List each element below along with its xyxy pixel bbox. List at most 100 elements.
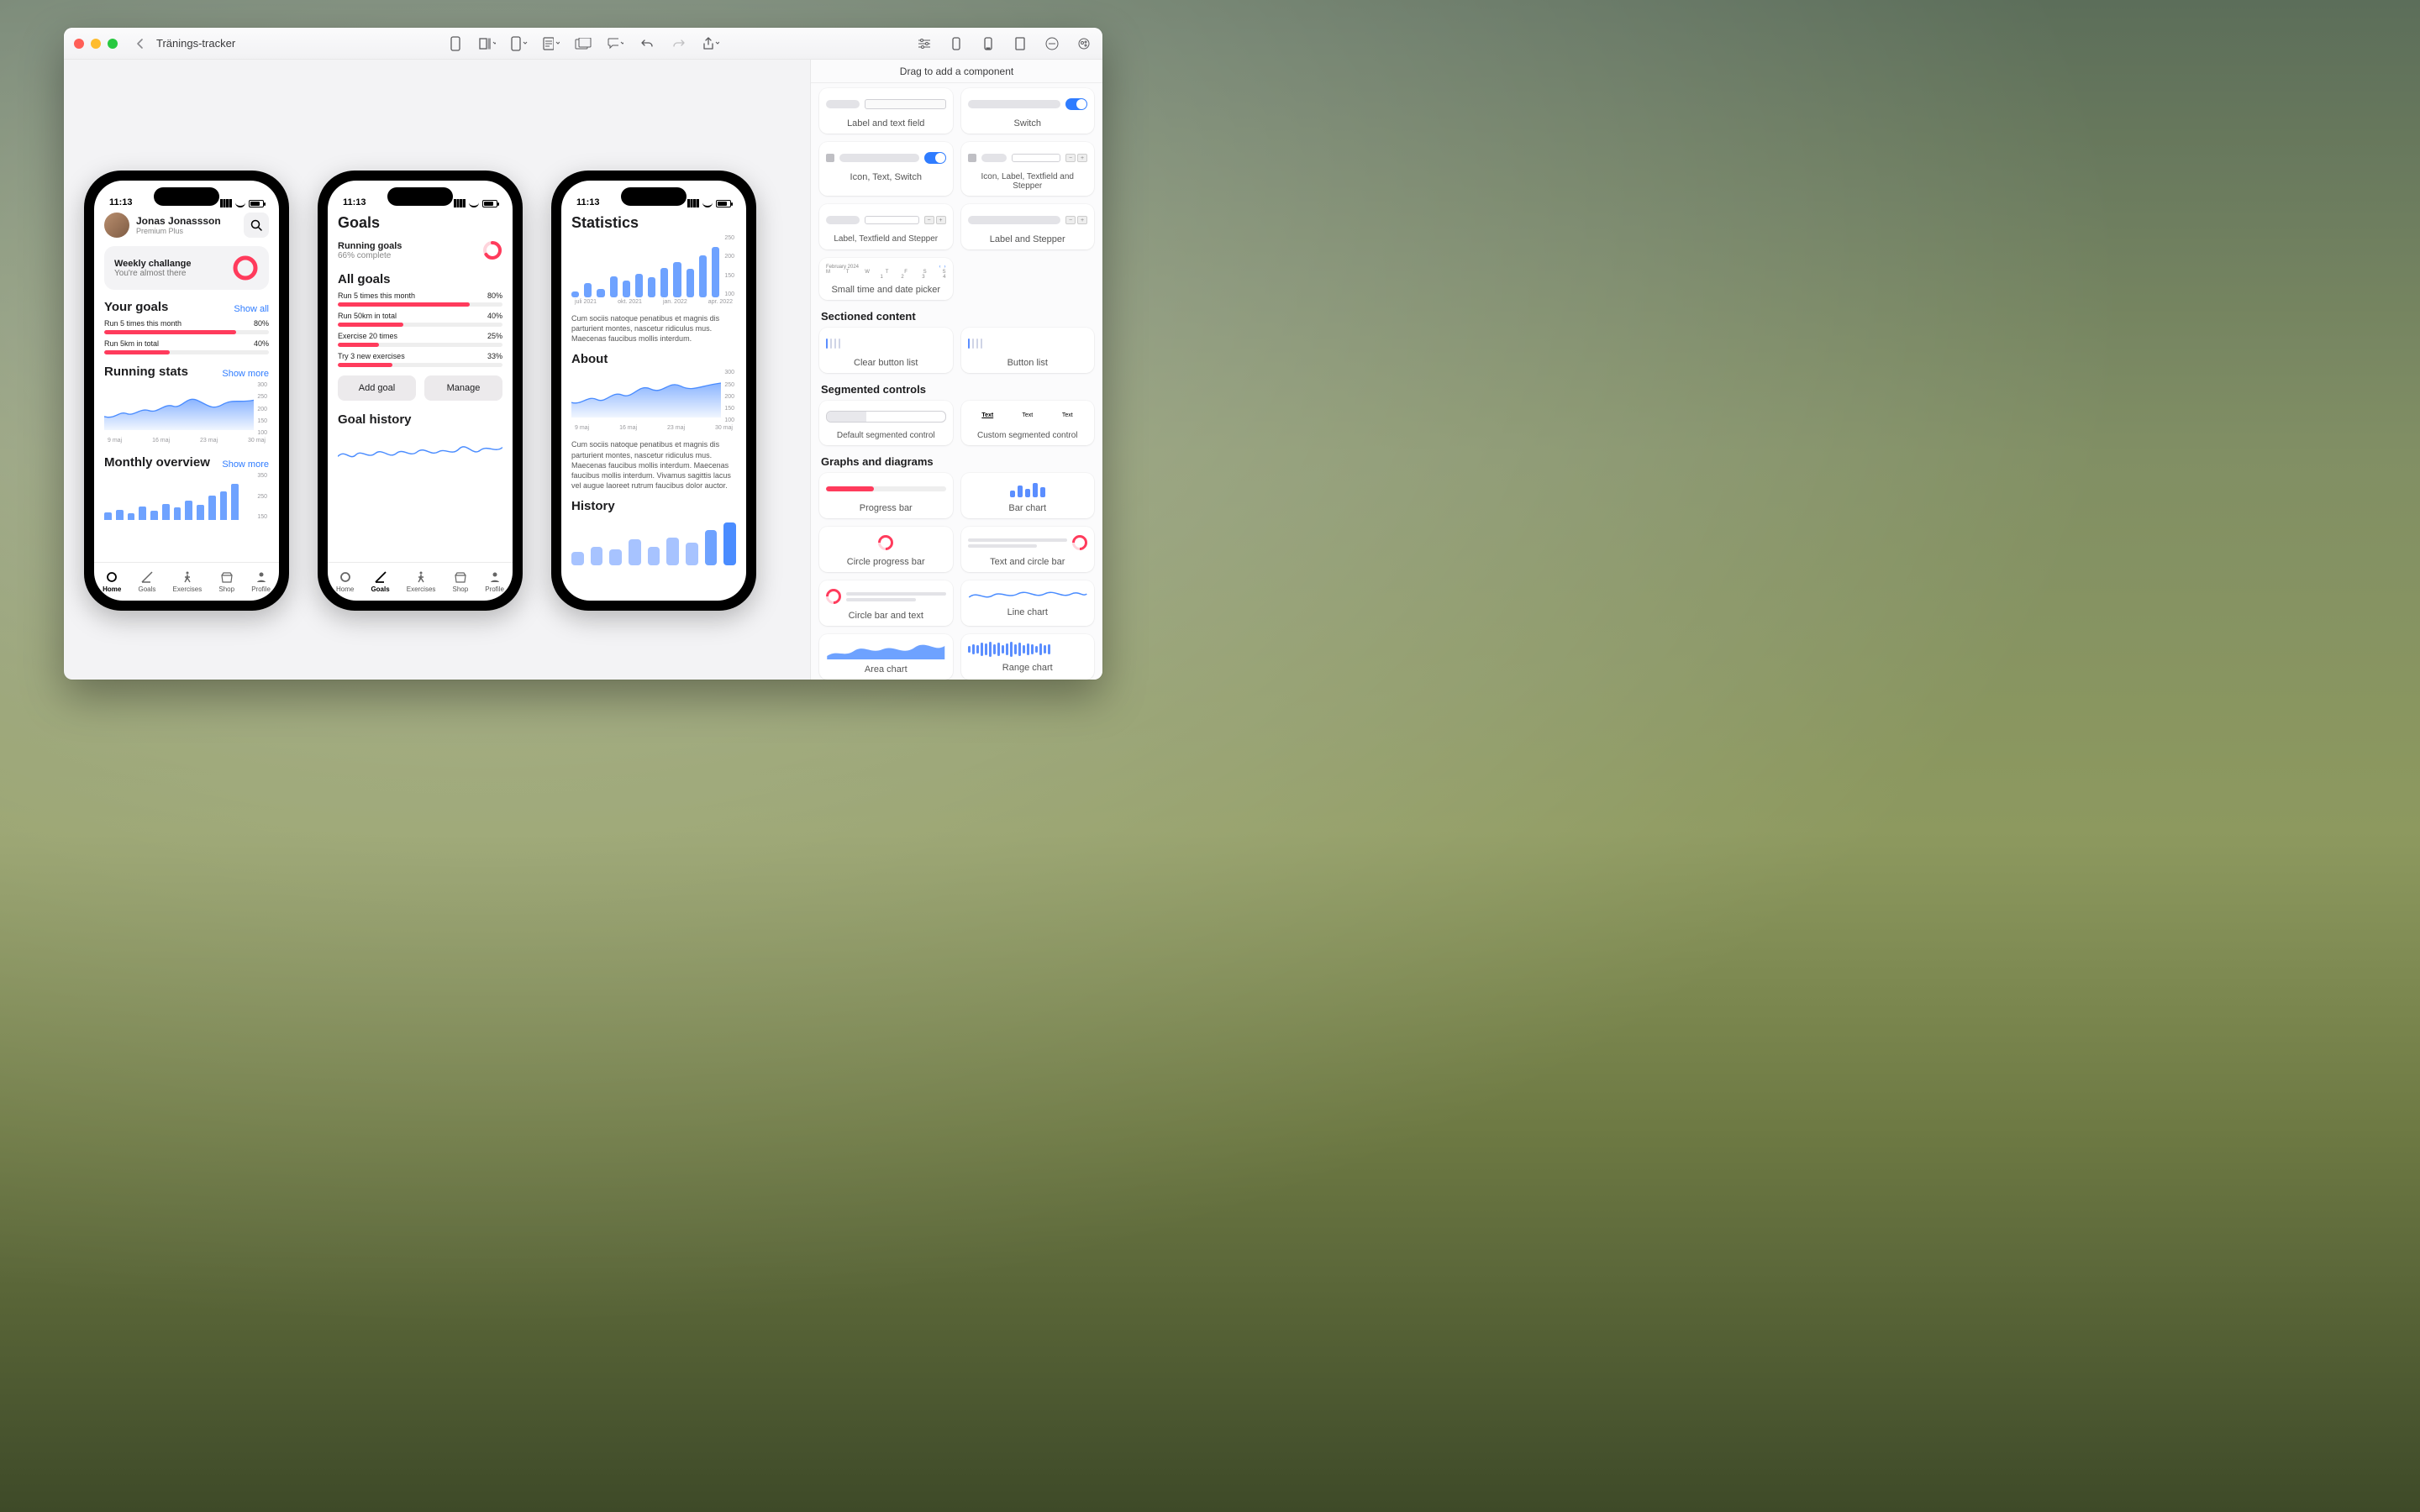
component-circle-progress[interactable]: Circle progress bar bbox=[819, 527, 953, 572]
device-single-icon[interactable] bbox=[447, 35, 464, 52]
phone-mockup-home[interactable]: 11:13 Jonas Jonassson Premium Plus bbox=[84, 171, 289, 611]
document-title: Tränings-tracker bbox=[156, 37, 235, 50]
theme-icon[interactable] bbox=[1076, 35, 1092, 52]
search-button[interactable] bbox=[244, 213, 269, 238]
component-range-chart[interactable]: Range chart bbox=[961, 634, 1095, 680]
component-label-textfield[interactable]: Label and text field bbox=[819, 88, 953, 134]
component-area-chart[interactable]: Area chart bbox=[819, 634, 953, 680]
tab-home[interactable]: Home bbox=[103, 570, 121, 593]
close-button[interactable] bbox=[74, 39, 84, 49]
tab-home[interactable]: Home bbox=[336, 570, 354, 593]
tab-profile[interactable]: Profile bbox=[251, 570, 271, 593]
settings-sliders-icon[interactable] bbox=[916, 35, 933, 52]
ring-icon bbox=[823, 585, 844, 606]
comments-icon[interactable] bbox=[607, 35, 623, 52]
collapse-icon[interactable] bbox=[1044, 35, 1060, 52]
tab-exercises[interactable]: Exercises bbox=[173, 570, 203, 593]
component-small-datepicker[interactable]: February 2024‹› MTWTFSS 1234 Small time … bbox=[819, 258, 953, 300]
goal-row[interactable]: Run 50km in total40% bbox=[338, 312, 502, 327]
all-goals-title: All goals bbox=[338, 272, 391, 286]
ipad-icon[interactable] bbox=[1012, 35, 1028, 52]
tab-shop[interactable]: Shop bbox=[218, 570, 234, 593]
goal-label: Run 5 times this month bbox=[104, 319, 182, 328]
battery-icon bbox=[716, 200, 731, 207]
back-button[interactable] bbox=[131, 34, 150, 53]
battery-icon bbox=[249, 200, 264, 207]
user-name: Jonas Jonassson bbox=[136, 215, 221, 227]
toolbar-center bbox=[447, 35, 719, 52]
monthly-chart: 350250150 bbox=[104, 473, 269, 520]
exercises-icon bbox=[181, 570, 194, 584]
goal-row[interactable]: Run 5km in total40% bbox=[104, 339, 269, 354]
undo-icon[interactable] bbox=[639, 35, 655, 52]
component-bar-chart[interactable]: Bar chart bbox=[961, 473, 1095, 518]
running-goals-sub: 66% complete bbox=[338, 251, 402, 260]
component-switch[interactable]: Switch bbox=[961, 88, 1095, 134]
home-icon bbox=[105, 570, 118, 584]
manage-button[interactable]: Manage bbox=[424, 375, 502, 401]
component-progress-bar[interactable]: Progress bar bbox=[819, 473, 953, 518]
iphone-icon[interactable] bbox=[948, 35, 965, 52]
app-window: Tränings-tracker bbox=[64, 28, 1102, 680]
layout-columns-icon[interactable] bbox=[479, 35, 496, 52]
share-icon[interactable] bbox=[702, 35, 719, 52]
challenge-title: Weekly challange bbox=[114, 259, 192, 269]
component-label-stepper[interactable]: −+ Label and Stepper bbox=[961, 204, 1095, 249]
design-canvas[interactable]: 11:13 Jonas Jonassson Premium Plus bbox=[64, 60, 810, 680]
redo-icon[interactable] bbox=[671, 35, 687, 52]
tab-goals[interactable]: Goals bbox=[138, 570, 155, 593]
component-text-circle[interactable]: Text and circle bar bbox=[961, 527, 1095, 572]
profile-icon bbox=[488, 570, 502, 584]
signal-icon bbox=[454, 199, 466, 207]
monthly-title: Monthly overview bbox=[104, 455, 210, 470]
tab-goals[interactable]: Goals bbox=[371, 570, 389, 593]
component-clear-button-list[interactable]: Clear button list bbox=[819, 328, 953, 373]
component-circle-text[interactable]: Circle bar and text bbox=[819, 580, 953, 626]
stats-paragraph: Cum sociis natoque penatibus et magnis d… bbox=[571, 313, 736, 344]
about-area-chart: 300250200150100 bbox=[571, 370, 736, 423]
component-icon-text-switch[interactable]: Icon, Text, Switch bbox=[819, 142, 953, 196]
toolbar-right bbox=[916, 35, 1092, 52]
section-sectioned-content: Sectioned content bbox=[821, 310, 1092, 323]
show-more-link[interactable]: Show more bbox=[222, 369, 269, 379]
component-button-list[interactable]: Button list bbox=[961, 328, 1095, 373]
phone-mockup-goals[interactable]: 11:13 Goals Running goals 66% complete bbox=[318, 171, 523, 611]
goal-pct: 40% bbox=[254, 339, 269, 348]
phone-mockup-statistics[interactable]: 11:13 Statistics 250200150100 bbox=[551, 171, 756, 611]
photos-icon[interactable] bbox=[575, 35, 592, 52]
challenge-sub: You're almost there bbox=[114, 269, 192, 278]
goals-icon bbox=[140, 570, 154, 584]
section-segmented: Segmented controls bbox=[821, 383, 1092, 396]
tab-exercises[interactable]: Exercises bbox=[407, 570, 436, 593]
component-default-segmented[interactable]: Default segmented control bbox=[819, 401, 953, 445]
challenge-card[interactable]: Weekly challange You're almost there bbox=[104, 246, 269, 290]
component-line-chart[interactable]: Line chart bbox=[961, 580, 1095, 626]
show-all-link[interactable]: Show all bbox=[234, 304, 269, 314]
document-dropdown-icon[interactable] bbox=[543, 35, 560, 52]
goal-row[interactable]: Try 3 new exercises33% bbox=[338, 352, 502, 367]
avatar[interactable] bbox=[104, 213, 129, 238]
zoom-button[interactable] bbox=[108, 39, 118, 49]
component-icon-label-textfield-stepper[interactable]: −+ Icon, Label, Textfield and Stepper bbox=[961, 142, 1095, 196]
show-more-link[interactable]: Show more bbox=[222, 459, 269, 470]
profile-icon bbox=[255, 570, 268, 584]
goal-history-title: Goal history bbox=[338, 412, 412, 427]
component-label-textfield-stepper[interactable]: −+ Label, Textfield and Stepper bbox=[819, 204, 953, 249]
section-graphs: Graphs and diagrams bbox=[821, 455, 1092, 468]
goal-row[interactable]: Run 5 times this month80% bbox=[338, 291, 502, 307]
minimize-button[interactable] bbox=[91, 39, 101, 49]
panel-body[interactable]: Label and text field Switch Icon, Text, … bbox=[811, 83, 1102, 680]
ring-icon bbox=[1069, 532, 1090, 553]
tab-shop[interactable]: Shop bbox=[452, 570, 468, 593]
goal-row[interactable]: Run 5 times this month80% bbox=[104, 319, 269, 334]
iphone-alt-icon[interactable] bbox=[980, 35, 997, 52]
add-goal-button[interactable]: Add goal bbox=[338, 375, 416, 401]
component-custom-segmented[interactable]: TextTextText Custom segmented control bbox=[961, 401, 1095, 445]
running-goals-row[interactable]: Running goals 66% complete bbox=[338, 240, 502, 260]
status-time: 11:13 bbox=[343, 197, 366, 207]
wifi-icon bbox=[469, 199, 479, 207]
toggle-icon bbox=[1065, 98, 1087, 110]
tab-profile[interactable]: Profile bbox=[485, 570, 504, 593]
goal-row[interactable]: Exercise 20 times25% bbox=[338, 332, 502, 347]
device-dropdown-icon[interactable] bbox=[511, 35, 528, 52]
